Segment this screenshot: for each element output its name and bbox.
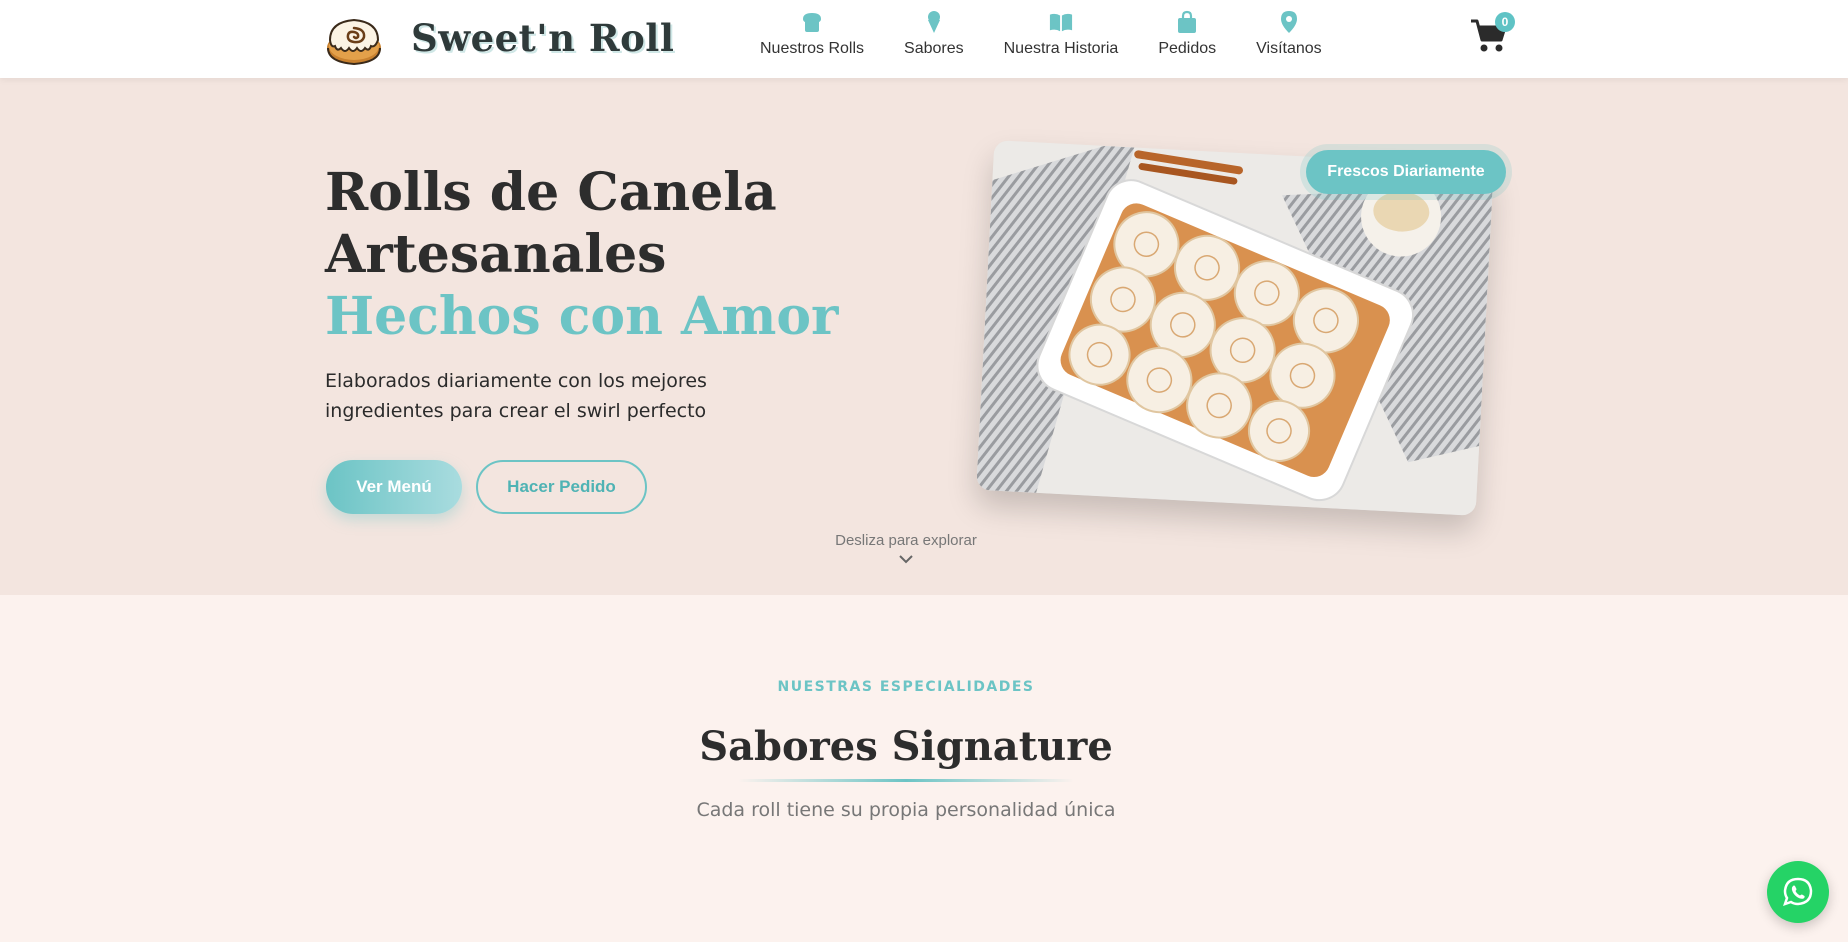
whatsapp-icon [1783, 877, 1813, 906]
main-nav: Nuestros Rolls Sabores Nuestra Historia … [760, 10, 1362, 58]
title-underline [738, 779, 1074, 782]
hero-title: Rolls de Canela Artesanales Hechos con A… [325, 162, 838, 348]
hero-cinnamon-rolls-image [976, 140, 1494, 516]
hacer-pedido-button[interactable]: Hacer Pedido [476, 460, 647, 514]
cart-button[interactable]: 0 [1470, 12, 1515, 54]
hero-title-accent: Hechos con Amor [325, 286, 839, 347]
whatsapp-button[interactable] [1767, 861, 1829, 923]
hero-title-line-1: Rolls de Canela [325, 162, 777, 223]
nav-item-pedidos[interactable]: Pedidos [1158, 10, 1216, 58]
chevron-down-icon [899, 555, 913, 564]
hero-title-line-2: Artesanales [325, 224, 667, 285]
section-subtitle: Cada roll tiene su propia personalidad ú… [696, 799, 1116, 821]
nav-label: Sabores [904, 40, 964, 57]
hero-section: Rolls de Canela Artesanales Hechos con A… [0, 78, 1848, 595]
cart-count-badge: 0 [1495, 12, 1515, 32]
shopping-bag-icon [1175, 10, 1199, 34]
brand-name: Sweet'n Roll [411, 16, 675, 60]
specialties-section: NUESTRAS ESPECIALIDADES Sabores Signatur… [0, 595, 1848, 942]
bread-icon [800, 10, 824, 34]
nav-label: Visítanos [1256, 40, 1322, 57]
section-title: Sabores Signature [699, 723, 1113, 770]
nav-label: Nuestros Rolls [760, 40, 865, 57]
cinnamon-roll-icon [327, 18, 381, 66]
nav-label: Pedidos [1158, 40, 1217, 57]
map-pin-icon [1277, 10, 1301, 34]
brand[interactable]: Sweet'n Roll [325, 10, 674, 66]
fresh-daily-badge: Frescos Diariamente [1306, 150, 1506, 194]
scroll-hint[interactable]: Desliza para explorar [774, 532, 1038, 564]
nav-item-visitanos[interactable]: Visítanos [1256, 10, 1322, 58]
scroll-hint-text: Desliza para explorar [835, 532, 977, 549]
ver-menu-button[interactable]: Ver Menú [326, 460, 462, 514]
nav-label: Nuestra Historia [1003, 40, 1119, 57]
hero-subtitle: Elaborados diariamente con los mejores i… [325, 370, 707, 422]
section-eyebrow: NUESTRAS ESPECIALIDADES [777, 679, 1035, 695]
nav-item-nuestros-rolls[interactable]: Nuestros Rolls [760, 10, 864, 58]
nav-item-nuestra-historia[interactable]: Nuestra Historia [1003, 10, 1119, 58]
book-icon [1049, 10, 1073, 34]
ice-cream-icon [922, 10, 946, 34]
nav-item-sabores[interactable]: Sabores [904, 10, 964, 58]
site-header: Sweet'n Roll Nuestros Rolls Sabores Nues… [0, 0, 1848, 78]
